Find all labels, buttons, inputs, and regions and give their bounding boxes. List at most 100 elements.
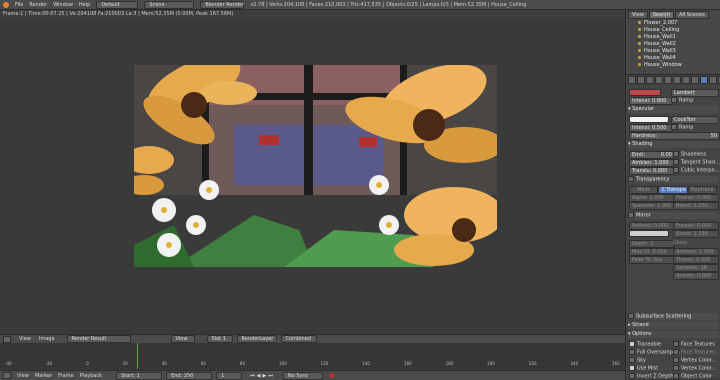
fade-to-dropdown[interactable]: Fade To: Sky — [629, 256, 675, 264]
emit-field[interactable]: Emit: 0.00 — [629, 151, 675, 159]
menu-view[interactable]: View — [17, 373, 29, 379]
scene-icon[interactable] — [646, 76, 654, 84]
diffuse-ramp-checkbox[interactable]: Ramp — [671, 97, 693, 104]
reflectivity-field[interactable]: Reflecti: 0.000 — [629, 222, 675, 230]
menu-file[interactable]: File — [15, 2, 23, 8]
checkbox-icon[interactable] — [628, 212, 634, 218]
mirror-fresnel-field[interactable]: Fresnel: 0.000 — [673, 222, 719, 230]
mode-z-transparency[interactable]: Z Transpa — [658, 186, 688, 194]
specular-shader-dropdown[interactable]: CookTorr — [671, 116, 719, 124]
jump-end-icon[interactable]: ⏭ — [268, 373, 275, 379]
anisotropic-field[interactable]: Anisotr: 0.000 — [673, 272, 719, 280]
specular-alpha-field[interactable]: Specular: 1.000 — [629, 202, 675, 210]
slot-dropdown[interactable]: Slot 1 — [206, 335, 233, 343]
checkbox-icon[interactable] — [628, 313, 634, 319]
mirror-panel-header[interactable]: Mirror — [628, 212, 719, 219]
use-mist-checkbox[interactable]: Use Mist — [629, 365, 658, 372]
end-frame-field[interactable]: End: 250 — [166, 371, 213, 380]
translucency-field[interactable]: Translu: 0.000 — [629, 167, 675, 175]
shadeless-checkbox[interactable]: Shadeless — [673, 151, 706, 158]
checkbox-icon[interactable] — [628, 176, 634, 182]
render-layers-icon[interactable] — [637, 76, 645, 84]
outliner[interactable]: View Search All Scenes Flower_2.007 Hous… — [626, 10, 720, 75]
mirror-color-swatch[interactable] — [629, 230, 669, 237]
current-frame-field[interactable]: 1 — [216, 371, 243, 380]
tab-search[interactable]: Search — [648, 11, 675, 19]
texture-icon[interactable] — [709, 76, 717, 84]
world-icon[interactable] — [655, 76, 663, 84]
vertex-color-paint-checkbox[interactable]: Vertex Color... — [673, 357, 716, 364]
menu-playback[interactable]: Playback — [80, 373, 102, 379]
gloss-amount-field[interactable]: Amount: 1.000 — [673, 248, 719, 256]
menu-marker[interactable]: Marker — [35, 373, 52, 379]
modifiers-icon[interactable] — [682, 76, 690, 84]
menu-image[interactable]: Image — [39, 336, 55, 342]
cubic-interpolation-checkbox[interactable]: Cubic Interpo... — [673, 167, 719, 174]
render-pass-dropdown[interactable]: Combined — [280, 335, 317, 343]
constraints-icon[interactable] — [673, 76, 681, 84]
sss-panel-header[interactable]: Subsurface Scattering — [628, 313, 719, 320]
shading-panel-header[interactable]: ▾ Shading — [628, 141, 719, 148]
view-mode-dropdown[interactable]: View — [170, 335, 195, 343]
tangent-shading-checkbox[interactable]: Tangent Shad... — [673, 159, 720, 166]
sync-mode-dropdown[interactable]: No Sync — [282, 371, 323, 380]
material-icon[interactable] — [700, 76, 708, 84]
outliner-item[interactable]: House_Wall2 — [638, 41, 676, 47]
sky-checkbox[interactable]: Sky — [629, 357, 646, 364]
menu-window[interactable]: Window — [53, 2, 73, 8]
render-engine-dropdown[interactable]: Blender Render — [200, 0, 245, 9]
menu-render[interactable]: Render — [29, 2, 47, 8]
transparency-panel-header[interactable]: Transparency — [628, 176, 719, 183]
record-icon[interactable] — [328, 373, 334, 378]
face-textures-checkbox[interactable]: Face Textures — [673, 341, 715, 348]
specular-intensity-field[interactable]: Intensi: 0.500 — [629, 124, 673, 132]
object-icon[interactable] — [664, 76, 672, 84]
menu-help[interactable]: Help — [79, 2, 90, 8]
traceable-checkbox[interactable]: Traceable — [629, 341, 661, 348]
start-frame-field[interactable]: Start: 1 — [116, 371, 163, 380]
blend-field[interactable]: Blend: 1.250 — [673, 202, 719, 210]
menu-view[interactable]: View — [19, 336, 31, 342]
render-layer-dropdown[interactable]: RenderLayer — [236, 335, 277, 343]
strand-panel-header[interactable]: ▸ Strand — [628, 322, 719, 329]
render-result-image[interactable] — [134, 65, 497, 267]
mode-mask[interactable]: Mask — [629, 186, 659, 194]
diffuse-shader-dropdown[interactable]: Lambert — [671, 89, 719, 97]
gloss-samples-field[interactable]: Samples: 18 — [673, 264, 719, 272]
outliner-item[interactable]: House_Window — [638, 62, 682, 68]
gloss-threshold-field[interactable]: Thresh: 0.005 — [673, 256, 719, 264]
diffuse-intensity-field[interactable]: Intensi: 0.800 — [629, 97, 673, 105]
vertex-color-light-checkbox[interactable]: Vertex Color... — [673, 365, 716, 372]
fresnel-field[interactable]: Fresnel: 0.000 — [673, 194, 719, 202]
face-textures-alpha-checkbox[interactable]: Face Textures... — [673, 349, 720, 356]
editor-type-icon[interactable] — [3, 335, 11, 343]
mirror-blend-field[interactable]: Blend: 1.250 — [673, 230, 719, 238]
scene-dropdown[interactable]: Scene — [144, 0, 195, 9]
blender-logo-icon[interactable] — [3, 1, 9, 8]
timeline[interactable]: -40 -20 0 20 40 60 80 100 120 140 160 18… — [0, 343, 625, 369]
current-frame-indicator[interactable] — [137, 343, 138, 369]
tab-view[interactable]: View — [628, 11, 648, 19]
outliner-item[interactable]: Flower_2.007 — [638, 20, 677, 26]
outliner-item[interactable]: House_Wall1 — [638, 34, 676, 40]
alpha-field[interactable]: Alpha: 1.000 — [629, 194, 675, 202]
hardness-field[interactable]: Hardness: 50 — [629, 132, 720, 140]
image-browse-dropdown[interactable]: Render Result — [66, 335, 131, 343]
outliner-item[interactable]: House_Wall3 — [638, 48, 676, 54]
depth-field[interactable]: Depth: 2 — [629, 240, 675, 248]
mode-raytrace[interactable]: Raytrace — [687, 186, 717, 194]
tab-all-scenes[interactable]: All Scenes — [675, 11, 709, 19]
options-panel-header[interactable]: ▾ Options — [628, 331, 719, 338]
outliner-item[interactable]: House_Wall4 — [638, 55, 676, 61]
ambient-field[interactable]: Ambien: 1.000 — [629, 159, 675, 167]
specular-color-swatch[interactable] — [629, 116, 669, 123]
render-icon[interactable] — [628, 76, 636, 84]
data-icon[interactable] — [691, 76, 699, 84]
diffuse-color-swatch[interactable] — [629, 89, 661, 96]
menu-frame[interactable]: Frame — [58, 373, 74, 379]
max-distance-field[interactable]: Max Di: 0.000 — [629, 248, 675, 256]
editor-type-icon[interactable] — [3, 372, 11, 379]
layout-dropdown[interactable]: Default — [96, 0, 139, 9]
specular-panel-header[interactable]: ▾ Specular — [628, 106, 719, 113]
specular-ramp-checkbox[interactable]: Ramp — [671, 124, 693, 131]
